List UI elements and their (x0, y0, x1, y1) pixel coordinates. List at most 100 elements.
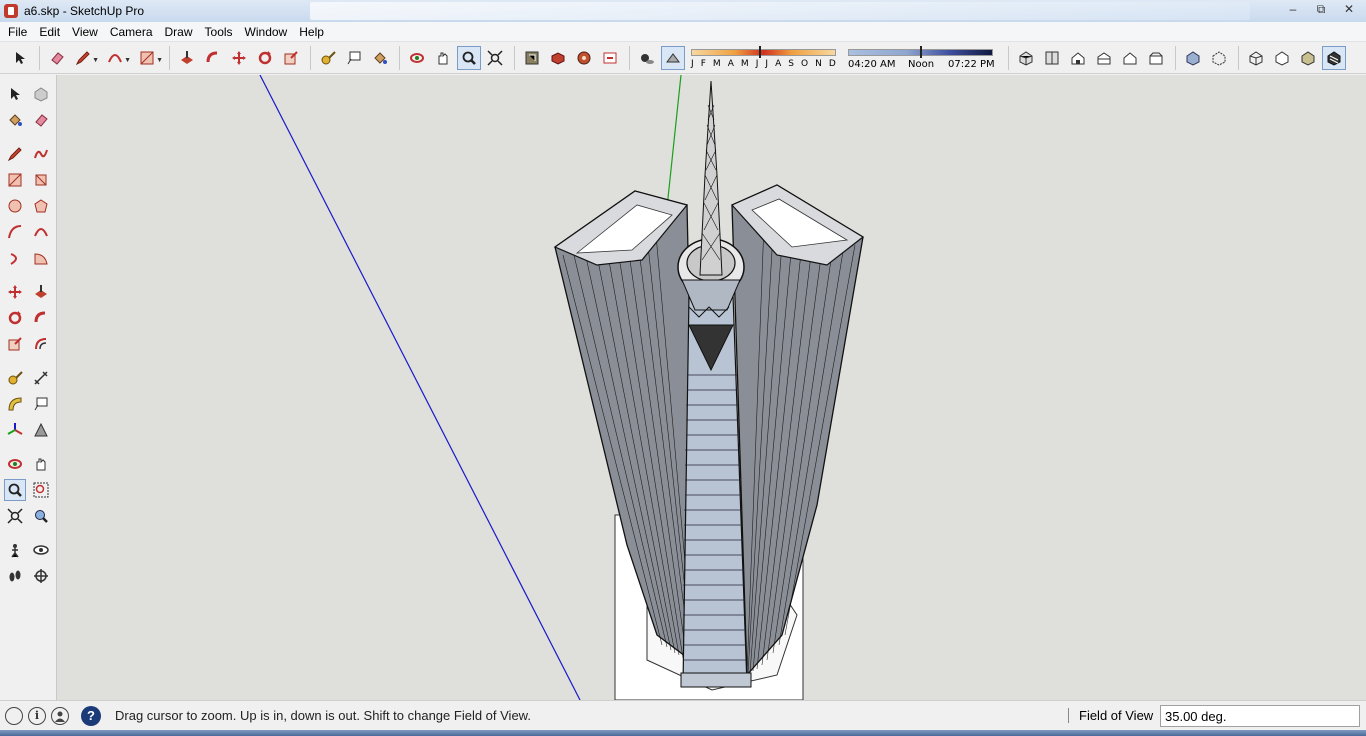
extension-warehouse-button[interactable] (546, 46, 570, 70)
eraser-tool-button[interactable] (30, 109, 52, 131)
shadows-toggle-button[interactable] (635, 46, 659, 70)
two-point-arc-tool-button[interactable] (30, 221, 52, 243)
paint-bucket-tool-button[interactable] (368, 46, 392, 70)
iso-view-button[interactable] (1014, 46, 1038, 70)
zoom-extents-tool-button[interactable] (483, 46, 507, 70)
polygon-tool-button[interactable] (30, 195, 52, 217)
pan-tool-button[interactable] (30, 453, 52, 475)
arc-tool-button[interactable]: ▼ (103, 46, 131, 70)
menu-window[interactable]: Window (239, 25, 294, 39)
move-tool-button[interactable] (227, 46, 251, 70)
maximize-button[interactable]: ⧉ (1308, 0, 1334, 18)
3d-warehouse-button[interactable] (520, 46, 544, 70)
layout-button[interactable] (572, 46, 596, 70)
pan-tool-button[interactable] (431, 46, 455, 70)
hidden-line-button[interactable] (1270, 46, 1294, 70)
text-tool-button[interactable] (30, 393, 52, 415)
previous-view-tool-button[interactable] (30, 505, 52, 527)
front-view-button[interactable] (1066, 46, 1090, 70)
rotated-rectangle-tool-button[interactable] (30, 169, 52, 191)
left-view-button[interactable] (1144, 46, 1168, 70)
paint-bucket-tool-button[interactable] (4, 109, 26, 131)
push-pull-tool-button[interactable] (175, 46, 199, 70)
section-plane-tool-button[interactable] (30, 565, 52, 587)
back-edges-button[interactable] (1207, 46, 1231, 70)
zoom-icon (462, 51, 476, 65)
follow-me-tool-button[interactable] (30, 307, 52, 329)
zoom-tool-button[interactable] (457, 45, 481, 70)
select-tool-button[interactable] (4, 83, 26, 105)
right-view-button[interactable] (1092, 46, 1116, 70)
rotate-tool-button[interactable] (4, 307, 26, 329)
month-slider-thumb[interactable] (759, 45, 761, 58)
zoom-window-tool-button[interactable] (30, 479, 52, 501)
model-viewport[interactable] (57, 75, 1366, 700)
follow-me-tool-button[interactable] (201, 46, 225, 70)
position-camera-tool-button[interactable] (4, 539, 26, 561)
3d-text-tool-button[interactable] (30, 419, 52, 441)
time-slider-thumb[interactable] (920, 45, 922, 58)
xray-button[interactable] (1181, 46, 1205, 70)
shadow-time-slider[interactable]: 04:20 AM Noon 07:22 PM (848, 44, 998, 72)
shaded-button[interactable] (1296, 46, 1320, 70)
close-button[interactable]: ✕ (1336, 0, 1362, 18)
menu-view[interactable]: View (66, 25, 104, 39)
eraser-icon (51, 51, 64, 65)
wireframe-button[interactable] (1244, 46, 1268, 70)
iso-view-icon (1019, 50, 1033, 66)
pencil-tool-button[interactable]: ▼ (71, 46, 99, 70)
chevron-down-icon[interactable]: ▼ (124, 57, 131, 64)
monochrome-button[interactable] (1322, 45, 1346, 70)
menu-help[interactable]: Help (293, 25, 330, 39)
pie-tool-button[interactable] (30, 247, 52, 269)
text-tool-button[interactable] (342, 46, 366, 70)
menu-edit[interactable]: Edit (33, 25, 66, 39)
instructor-help-icon[interactable]: ? (81, 705, 101, 726)
tape-measure-tool-button[interactable] (4, 367, 26, 389)
select-tool-button[interactable] (8, 46, 32, 70)
wireframe-icon (1249, 50, 1263, 66)
chevron-down-icon[interactable]: ▼ (156, 57, 163, 64)
rectangle-tool-button[interactable]: ▼ (135, 46, 163, 70)
walk-tool-button[interactable] (4, 565, 26, 587)
pencil-tool-button[interactable] (4, 143, 26, 165)
menu-draw[interactable]: Draw (159, 25, 199, 39)
minimize-button[interactable]: – (1280, 0, 1306, 18)
offset-tool-button[interactable] (30, 333, 52, 355)
shadow-month-slider[interactable]: J F M A M J J A S O N D (691, 44, 836, 72)
top-view-button[interactable] (1040, 46, 1064, 70)
protractor-tool-button[interactable] (4, 393, 26, 415)
geo-location-icon[interactable] (5, 706, 23, 725)
menu-file[interactable]: File (2, 25, 33, 39)
push-pull-tool-button[interactable] (30, 281, 52, 303)
measurements-input[interactable] (1160, 705, 1360, 727)
zoom-extents-tool-button[interactable] (4, 505, 26, 527)
rotate-tool-button[interactable] (253, 46, 277, 70)
arc-tool-button[interactable] (4, 221, 26, 243)
user-account-icon[interactable] (51, 706, 69, 725)
back-view-button[interactable] (1118, 46, 1142, 70)
axes-tool-button[interactable] (4, 419, 26, 441)
fog-toggle-button[interactable] (661, 45, 685, 70)
zoom-tool-button[interactable] (4, 479, 26, 501)
rectangle-tool-button[interactable] (4, 169, 26, 191)
dimension-tool-button[interactable] (30, 367, 52, 389)
tape-measure-tool-button[interactable] (316, 46, 340, 70)
move-tool-button[interactable] (4, 281, 26, 303)
circle-tool-button[interactable] (4, 195, 26, 217)
credits-info-icon[interactable]: i (28, 706, 46, 725)
pan-icon (36, 458, 46, 471)
menu-tools[interactable]: Tools (199, 25, 239, 39)
scale-tool-button[interactable] (279, 46, 303, 70)
three-point-arc-tool-button[interactable] (4, 247, 26, 269)
component-tool-button[interactable] (30, 83, 52, 105)
freehand-tool-button[interactable] (30, 143, 52, 165)
scale-tool-button[interactable] (4, 333, 26, 355)
orbit-tool-button[interactable] (4, 453, 26, 475)
eraser-tool-button[interactable] (45, 46, 69, 70)
send-to-layout-button[interactable] (598, 46, 622, 70)
chevron-down-icon[interactable]: ▼ (92, 57, 99, 64)
look-around-tool-button[interactable] (30, 539, 52, 561)
orbit-tool-button[interactable] (405, 46, 429, 70)
menu-camera[interactable]: Camera (104, 25, 159, 39)
